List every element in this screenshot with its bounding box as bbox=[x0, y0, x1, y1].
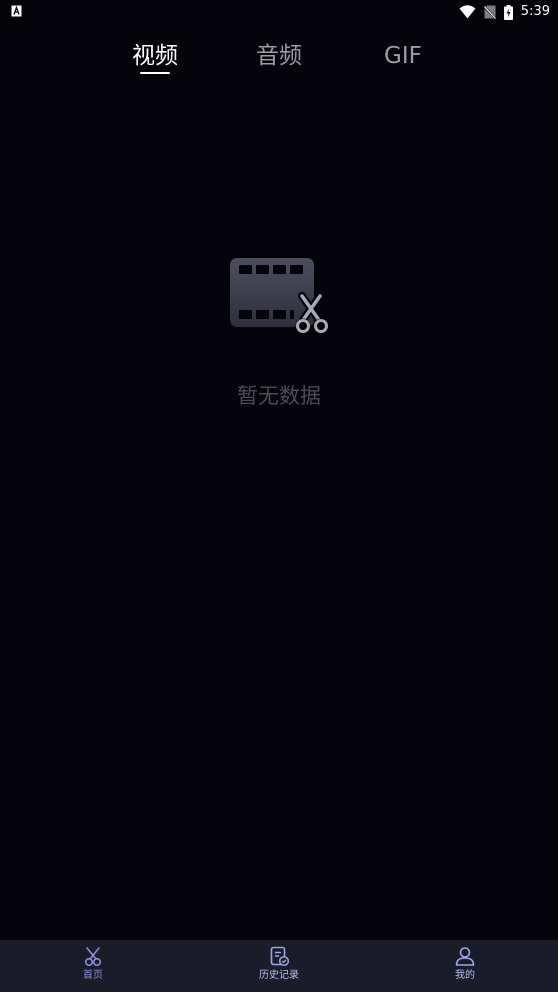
scissors-icon bbox=[84, 947, 102, 967]
wifi-icon bbox=[459, 5, 476, 19]
tab-video[interactable]: 视频 bbox=[132, 40, 178, 72]
tab-audio[interactable]: 音频 bbox=[256, 40, 302, 72]
nav-history-label: 历史记录 bbox=[259, 970, 299, 981]
status-bar: 5:39 bbox=[0, 0, 558, 24]
tab-gif[interactable]: GIF bbox=[384, 40, 422, 72]
empty-state-text: 暂无数据 bbox=[237, 384, 321, 408]
history-document-icon bbox=[270, 946, 290, 967]
nav-home[interactable]: 首页 bbox=[0, 940, 186, 992]
bottom-nav: 首页 历史记录 我的 bbox=[0, 940, 558, 992]
screen: 5:39 视频 音频 GIF 暂无数据 首页 历史记录 我的 bbox=[0, 0, 558, 992]
no-sim-icon bbox=[483, 5, 496, 19]
notification-a-icon bbox=[11, 5, 22, 17]
nav-profile-label: 我的 bbox=[455, 970, 475, 981]
nav-profile[interactable]: 我的 bbox=[372, 940, 558, 992]
battery-charging-icon bbox=[503, 4, 513, 20]
film-scissors-icon bbox=[230, 258, 329, 334]
status-icons: 5:39 bbox=[459, 3, 550, 21]
user-icon bbox=[455, 947, 475, 966]
media-tabs: 视频 音频 GIF bbox=[0, 36, 558, 86]
active-tab-indicator bbox=[140, 72, 170, 74]
nav-history[interactable]: 历史记录 bbox=[186, 940, 372, 992]
status-time: 5:39 bbox=[520, 4, 550, 19]
nav-home-label: 首页 bbox=[83, 970, 103, 981]
